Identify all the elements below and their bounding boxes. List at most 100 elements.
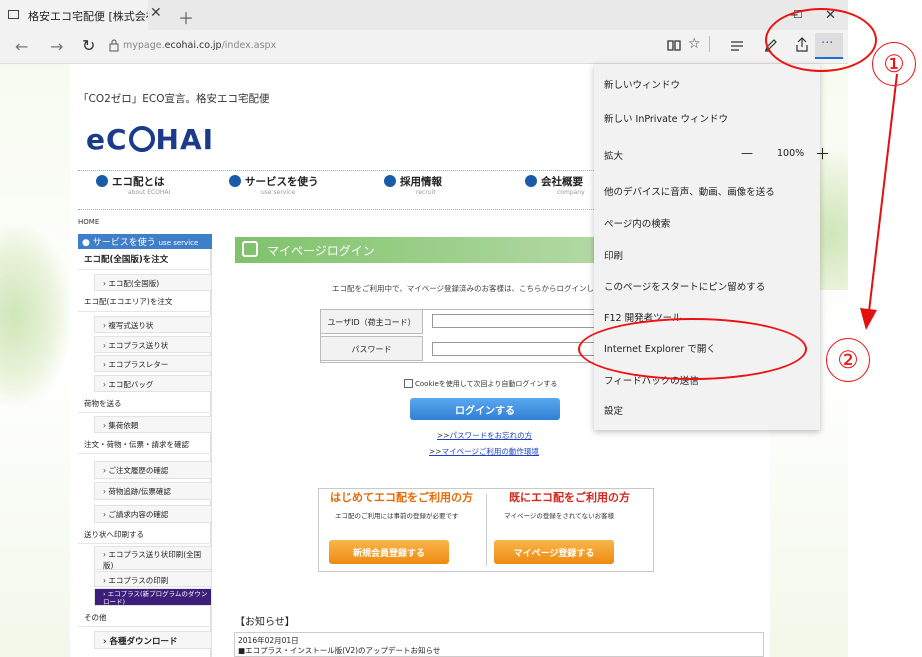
gnav-sub: company — [557, 189, 585, 196]
gnav-label: エコ配とは — [112, 176, 165, 188]
favorite-star-icon[interactable]: ☆ — [688, 36, 701, 52]
menu-print[interactable]: 印刷 — [604, 248, 623, 262]
toolbar-divider — [709, 36, 710, 52]
zoom-in-button[interactable]: ＋ — [815, 143, 830, 164]
zoom-out-button[interactable]: — — [741, 146, 753, 160]
zoom-level: 100% — [777, 148, 805, 159]
user-id-label: ユーザID（荷主コード） — [320, 309, 423, 334]
gnav-label: サービスを使う — [245, 176, 319, 188]
link-prefix: >> — [437, 431, 450, 440]
menu-pin-start[interactable]: このページをスタートにピン留めする — [604, 279, 765, 293]
menu-cast[interactable]: 他のデバイスに音声、動画、画像を送る — [604, 184, 775, 198]
annotation-circle-more — [765, 8, 877, 72]
browser-tab[interactable]: 格安エコ宅配便 [株式会社 — [0, 0, 148, 30]
sidebar-head-en: use service — [158, 239, 199, 247]
menu-new-inprivate[interactable]: 新しい InPrivate ウィンドウ — [604, 111, 728, 125]
login-screen-icon — [242, 241, 258, 257]
sidebar-item[interactable]: › エコプラスの印刷 — [94, 571, 212, 587]
annotation-number-2: ② — [826, 338, 870, 382]
sidebar-item[interactable]: 荷物を送る — [78, 398, 212, 413]
service-icon — [229, 175, 241, 187]
mypage-message: エコ配をご利用中で、マイページ登録済みのお客様は、こちらからログインし — [332, 284, 595, 293]
gnav-company[interactable]: 会社概要 company — [525, 174, 585, 196]
annotation-circle-ie — [578, 318, 807, 380]
sidebar-item[interactable]: その他 — [78, 612, 212, 627]
gnav-label: 採用情報 — [400, 176, 442, 188]
gnav-sub: about ECOHAI — [128, 189, 171, 196]
refresh-icon[interactable]: ↻ — [82, 36, 95, 55]
environment-link[interactable]: >>マイページご利用の動作環境 — [429, 446, 539, 457]
sidebar-item[interactable]: › エコプラス送り状印刷(全国版) — [94, 546, 212, 570]
gnav-about[interactable]: エコ配とは about ECOHAI — [96, 174, 171, 196]
link-prefix: >> — [429, 447, 442, 456]
news-item[interactable]: ■エコプラス・インストール版(V2)のアップデートお知らせ — [238, 645, 440, 656]
mypage-register-button[interactable]: マイページ登録する — [494, 540, 614, 564]
auto-login-checkbox[interactable] — [404, 379, 413, 388]
sidebar-item[interactable]: 送り状へ印刷する — [78, 529, 212, 544]
logo-right: HAI — [155, 123, 215, 156]
link-text: パスワードをお忘れの方 — [449, 431, 533, 440]
existing-user-note: マイページの登録をされてないお客様 — [504, 512, 615, 520]
sidebar-item[interactable]: › エコ配バッグ — [94, 375, 212, 392]
forgot-password-link[interactable]: >>パスワードをお忘れの方 — [437, 430, 532, 441]
news-title: 【お知らせ】 — [235, 617, 295, 628]
gnav-recruit[interactable]: 採用情報 recruit — [384, 174, 442, 196]
login-button[interactable]: ログインする — [410, 398, 560, 420]
recruit-icon — [384, 175, 396, 187]
url-path: /index.aspx — [221, 40, 277, 51]
password-label: パスワード — [320, 336, 423, 361]
menu-new-window[interactable]: 新しいウィンドウ — [604, 77, 680, 91]
leaf-decoration-left — [0, 225, 70, 405]
sidebar-item[interactable]: › エコプラスレター — [94, 355, 212, 372]
tab-page-icon — [8, 10, 19, 19]
sidebar-item[interactable]: › 荷物追跡/伝票確認 — [94, 482, 212, 500]
gnav-label: 会社概要 — [541, 176, 583, 188]
gnav-sub: recruit — [416, 189, 436, 196]
forward-icon[interactable]: → — [50, 37, 63, 56]
sidebar-item[interactable]: › ご注文履歴の確認 — [94, 461, 212, 479]
url-field[interactable]: mypage.ecohai.co.jp/index.aspx — [123, 40, 276, 51]
menu-zoom: 拡大 — [604, 151, 624, 162]
sidebar-head-label: サービスを使う — [92, 238, 156, 248]
back-icon[interactable]: ← — [15, 37, 28, 56]
gnav-sub: use service — [261, 189, 296, 196]
sidebar-item[interactable]: › 集荷依頼 — [94, 416, 212, 433]
ecohai-logo[interactable]: eC HAI — [86, 123, 214, 156]
sidebar-item[interactable]: エコ配(エコエリア)を注文 — [78, 296, 212, 312]
sidebar-item[interactable]: › 複写式送り状 — [94, 316, 212, 333]
menu-find[interactable]: ページ内の検索 — [604, 216, 670, 230]
menu-settings[interactable]: 設定 — [604, 403, 623, 417]
screenshot-root: 格安エコ宅配便 [株式会社 ✕ ＋ − ☐ ✕ ← → ↻ mypage.eco… — [0, 0, 922, 657]
tab-title: 格安エコ宅配便 [株式会社 — [28, 10, 148, 23]
url-prefix: mypage. — [123, 40, 165, 51]
sidebar-item[interactable]: 注文・荷物・伝票・請求を確認 — [78, 439, 212, 454]
banner-divider — [486, 494, 487, 566]
eco-declaration: 「CO2ゼロ」ECO宣言。格安エコ宅配便 — [78, 93, 270, 105]
hub-icon[interactable] — [730, 40, 744, 51]
new-tab-icon[interactable]: ＋ — [178, 5, 194, 29]
lock-icon — [109, 39, 119, 52]
sidebar-head: ● サービスを使う use service — [78, 234, 212, 249]
new-user-title: はじめてエコ配をご利用の方 — [330, 491, 473, 504]
new-member-button[interactable]: 新規会員登録する — [329, 540, 449, 564]
sidebar-item[interactable]: エコ配(全国版)を注文 — [78, 253, 212, 270]
info-icon — [96, 175, 108, 187]
breadcrumb[interactable]: HOME — [78, 218, 99, 226]
tab-close-icon[interactable]: ✕ — [150, 5, 162, 21]
url-domain: ecohai.co.jp — [164, 40, 222, 51]
existing-user-title: 既にエコ配をご利用の方 — [509, 491, 630, 504]
sidebar-item[interactable]: › 各種ダウンロード — [94, 631, 212, 649]
user-id-input[interactable] — [432, 314, 602, 328]
link-text: マイページご利用の動作環境 — [441, 447, 539, 456]
sidebar-item[interactable]: › ご請求内容の確認 — [94, 505, 212, 523]
auto-login-label: Cookieを使用して次回より自動ログインする — [415, 380, 558, 388]
sidebar-item[interactable]: › エコ配(全国版) — [94, 274, 212, 291]
new-user-note: エコ配のご利用には事前の登録が必要です — [335, 512, 459, 520]
logo-left: eC — [86, 123, 128, 156]
reading-view-icon[interactable] — [667, 39, 681, 52]
sidebar-item-selected[interactable]: › エコプラス(新プログラムのダウンロード) — [94, 588, 212, 606]
gnav-service[interactable]: サービスを使う use service — [229, 174, 319, 196]
password-input[interactable] — [432, 342, 602, 356]
logo-ring — [128, 126, 155, 152]
sidebar-item[interactable]: › エコプラス送り状 — [94, 336, 212, 353]
